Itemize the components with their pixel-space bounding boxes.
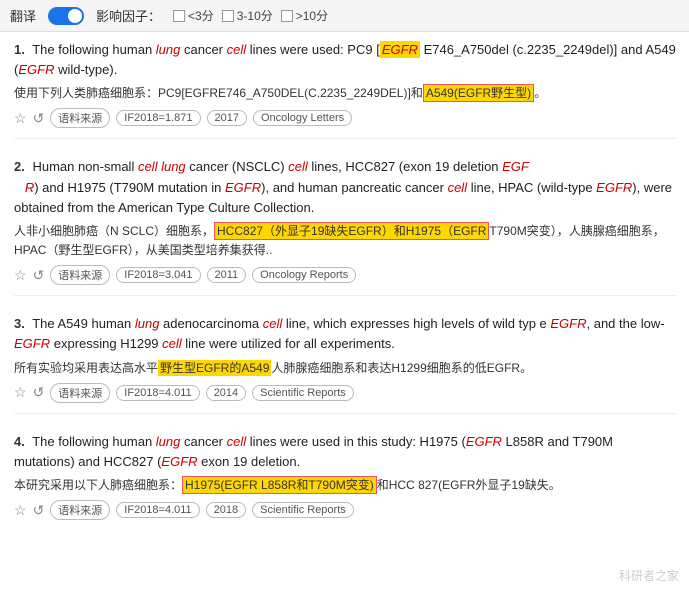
star-4[interactable]: ☆	[14, 502, 27, 519]
filter-lt3[interactable]: <3分	[173, 7, 214, 24]
zh-highlight-2: HCC827（外显子19缺失EGFR）和H1975（EGFR	[214, 222, 489, 240]
result-4-number: 4.	[14, 434, 25, 449]
filter-group: <3分 3-10分 >10分	[173, 7, 328, 24]
refresh-2[interactable]: ↺	[33, 267, 45, 284]
source-tag-3[interactable]: 语料来源	[50, 383, 110, 403]
filter-gt10-checkbox[interactable]	[281, 10, 293, 22]
filter-lt3-label: <3分	[188, 7, 214, 24]
result-1-number: 1.	[14, 42, 25, 57]
star-2[interactable]: ☆	[14, 267, 27, 284]
journal-tag-1: Oncology Letters	[253, 110, 352, 126]
content-area: 1. The following human lung cancer cell …	[0, 32, 689, 556]
if-tag-3: IF2018=4.011	[116, 385, 199, 401]
refresh-3[interactable]: ↺	[33, 384, 45, 401]
filter-gt10-label: >10分	[296, 7, 328, 24]
result-1-zh: 使用下列人类肺癌细胞系：PC9[EGFRE746_A750DEL(C.2235_…	[14, 84, 677, 103]
journal-tag-3: Scientific Reports	[252, 385, 354, 401]
star-3[interactable]: ☆	[14, 384, 27, 401]
result-2-number: 2.	[14, 159, 25, 174]
filter-3to10[interactable]: 3-10分	[222, 7, 273, 24]
source-tag-4[interactable]: 语料来源	[50, 500, 110, 520]
toggle-knob	[68, 9, 82, 23]
watermark: 科研者之家	[619, 567, 679, 584]
if-tag-1: IF2018=1.871	[116, 110, 200, 126]
zh-highlight-3: 野生型EGFR的A549	[158, 360, 271, 376]
zh-highlight-1: A549(EGFR野生型)	[423, 84, 534, 102]
filter-lt3-checkbox[interactable]	[173, 10, 185, 22]
result-3: 3. The A549 human lung adenocarcinoma ce…	[14, 314, 677, 413]
source-tag-1[interactable]: 语料来源	[50, 108, 110, 128]
result-1-en: 1. The following human lung cancer cell …	[14, 40, 677, 80]
translate-toggle[interactable]	[48, 7, 84, 25]
result-4-meta: ☆ ↺ 语料来源 IF2018=4.011 2018 Scientific Re…	[14, 500, 677, 520]
filter-3to10-label: 3-10分	[237, 7, 273, 24]
result-2-meta: ☆ ↺ 语料来源 IF2018=3.041 2011 Oncology Repo…	[14, 265, 677, 285]
if-tag-4: IF2018=4.011	[116, 502, 199, 518]
result-4-en: 4. The following human lung cancer cell …	[14, 432, 677, 472]
result-2-zh: 人非小细胞肺癌（N SCLC）细胞系，HCC827（外显子19缺失EGFR）和H…	[14, 222, 677, 260]
year-tag-2: 2011	[207, 267, 247, 283]
refresh-4[interactable]: ↺	[33, 502, 45, 519]
zh-highlight-4: H1975(EGFR L858R和T790M突变)	[182, 476, 377, 494]
result-1: 1. The following human lung cancer cell …	[14, 40, 677, 139]
star-1[interactable]: ☆	[14, 110, 27, 127]
year-tag-3: 2014	[206, 385, 246, 401]
refresh-1[interactable]: ↺	[33, 110, 45, 127]
result-1-meta: ☆ ↺ 语料来源 IF2018=1.871 2017 Oncology Lett…	[14, 108, 677, 128]
journal-tag-4: Scientific Reports	[252, 502, 354, 518]
result-3-number: 3.	[14, 316, 25, 331]
top-bar: 翻译 影响因子： <3分 3-10分 >10分	[0, 0, 689, 32]
result-4-zh: 本研究采用以下人肺癌细胞系：H1975(EGFR L858R和T790M突变)和…	[14, 476, 677, 495]
source-tag-2[interactable]: 语料来源	[50, 265, 110, 285]
result-3-meta: ☆ ↺ 语料来源 IF2018=4.011 2014 Scientific Re…	[14, 383, 677, 403]
year-tag-4: 2018	[206, 502, 246, 518]
filter-3to10-checkbox[interactable]	[222, 10, 234, 22]
if-tag-2: IF2018=3.041	[116, 267, 200, 283]
translate-label: 翻译	[10, 6, 36, 25]
journal-tag-2: Oncology Reports	[252, 267, 356, 283]
influence-label: 影响因子：	[96, 6, 161, 25]
result-4: 4. The following human lung cancer cell …	[14, 432, 677, 530]
result-3-zh: 所有实验均采用表达高水平野生型EGFR的A549人肺腺癌细胞系和表达H1299细…	[14, 359, 677, 378]
filter-gt10[interactable]: >10分	[281, 7, 328, 24]
result-3-en: 3. The A549 human lung adenocarcinoma ce…	[14, 314, 677, 354]
result-2: 2. Human non-small cell lung cancer (NSC…	[14, 157, 677, 296]
result-2-en: 2. Human non-small cell lung cancer (NSC…	[14, 157, 677, 217]
year-tag-1: 2017	[207, 110, 247, 126]
